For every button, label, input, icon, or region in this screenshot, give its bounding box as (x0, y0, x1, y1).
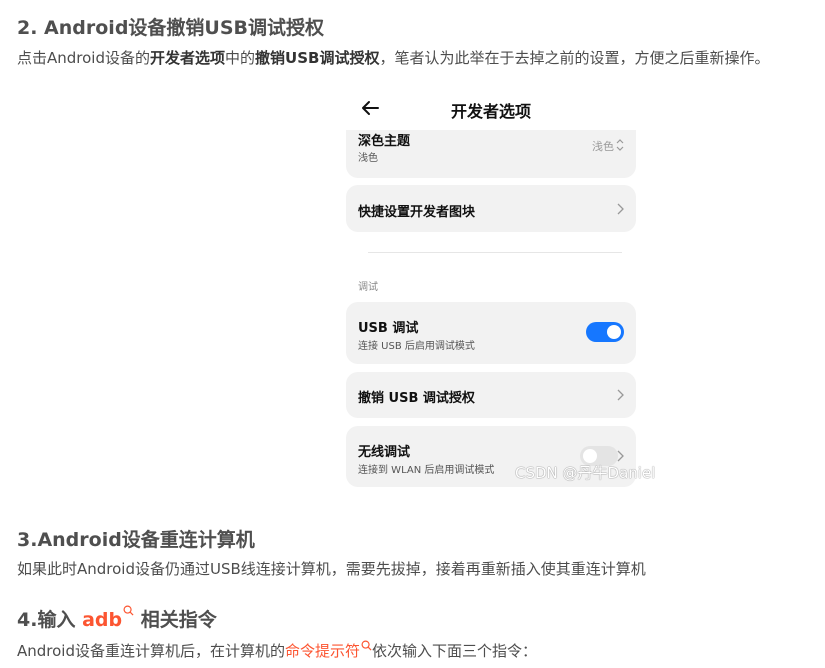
dark-theme-sub: 浅色 (358, 153, 378, 164)
quick-tiles-row: 快捷设置开发者图块 (346, 185, 636, 232)
section-3-text: 如果此时Android设备仍通过USB线连接计算机，需要先拔掉，接着再重新插入使… (17, 560, 646, 578)
chevron-right-icon (617, 450, 624, 462)
revoke-usb-label: 撤销 USB 调试授权 (358, 391, 475, 406)
toggle-knob (607, 325, 621, 339)
wireless-debug-sub: 连接到 WLAN 后启用调试模式 (358, 465, 495, 476)
quick-tiles-label: 快捷设置开发者图块 (358, 205, 476, 220)
chevron-right-icon (617, 203, 624, 215)
phone-page-title: 开发者选项 (450, 102, 531, 121)
text-segment: ，笔者认为此举在于去掉之前的设置，方便之后重新操作。 (379, 49, 770, 67)
csdn-watermark: CSDN @丹牛Daniel (515, 464, 656, 482)
bold-revoke-usb: 撤销USB调试授权 (255, 49, 380, 67)
usb-debug-row: USB 调试 连接 USB 后启用调试模式 (346, 302, 636, 364)
divider (368, 252, 622, 253)
updown-chevron-icon (616, 139, 624, 151)
revoke-usb-row: 撤销 USB 调试授权 (346, 372, 636, 418)
heading-segment: 4.输入 (17, 609, 83, 631)
dark-theme-value: 浅色 (592, 140, 614, 153)
chevron-right-icon (617, 389, 624, 401)
section-2-text: 点击Android设备的开发者选项中的撤销USB调试授权，笔者认为此举在于去掉之… (17, 47, 769, 68)
toggle-knob (583, 449, 597, 463)
search-icon (123, 605, 134, 616)
heading-segment: 相关指令 (134, 609, 217, 631)
wireless-debug-label: 无线调试 (358, 445, 411, 460)
text-segment: 中的 (225, 49, 256, 67)
phone-screenshot: 开发者选项 深色主题 浅色 浅色 快捷设置开发者图块 调试 USB 调试 连接 … (340, 82, 642, 494)
usb-debug-label: USB 调试 (358, 321, 419, 336)
dark-theme-row: 深色主题 浅色 浅色 (346, 130, 636, 178)
text-segment: 依次输入下面三个指令： (372, 642, 538, 660)
usb-debug-toggle (586, 322, 624, 342)
text-segment: 点击Android设备的 (17, 49, 150, 67)
section-2-heading: 2. Android设备撤销USB调试授权 (17, 17, 325, 39)
bold-developer-options: 开发者选项 (150, 49, 226, 67)
search-icon (361, 640, 372, 651)
usb-debug-sub: 连接 USB 后启用调试模式 (358, 341, 475, 352)
section-3-heading: 3.Android设备重连计算机 (17, 529, 255, 551)
debug-section-label: 调试 (358, 282, 378, 293)
command-prompt-link[interactable]: 命令提示符 (285, 642, 360, 660)
text-segment: Android设备重连计算机后，在计算机的 (17, 642, 285, 660)
section-4-text: Android设备重连计算机后，在计算机的命令提示符 依次输入下面三个指令： (17, 640, 537, 661)
adb-link[interactable]: adb (82, 609, 122, 631)
section-4-heading: 4.输入 adb 相关指令 (17, 605, 217, 632)
dark-theme-label: 深色主题 (358, 134, 411, 149)
